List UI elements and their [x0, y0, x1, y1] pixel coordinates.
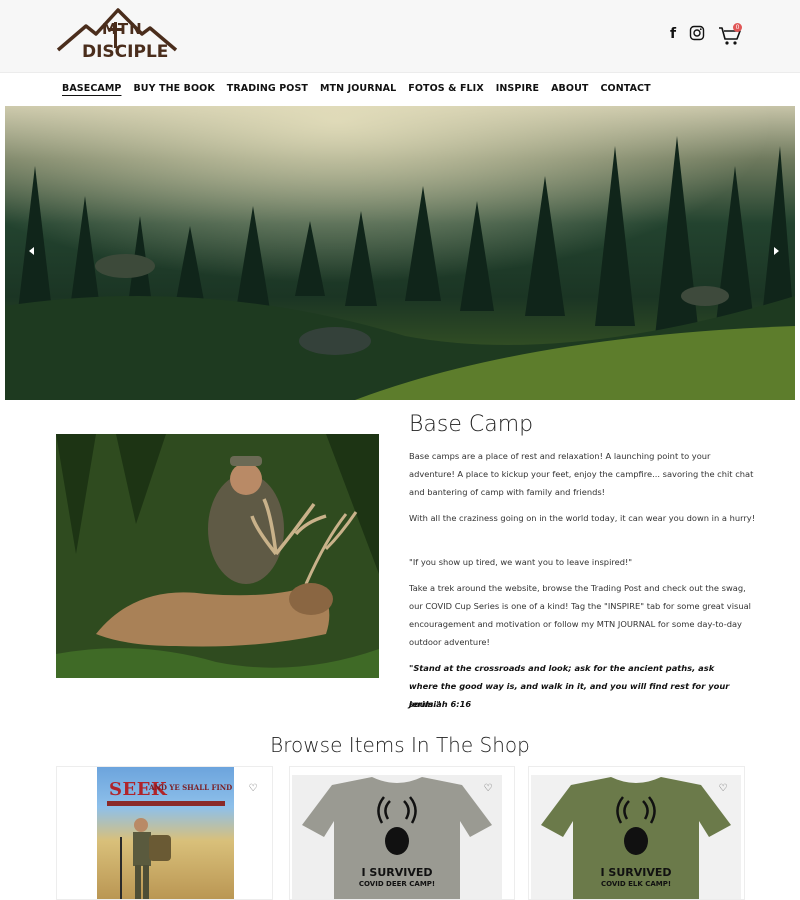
hunter-deer-photo — [56, 434, 379, 678]
logo-text-mtn: MTN — [102, 20, 143, 38]
hunter-figure-icon — [120, 818, 171, 899]
product-card[interactable]: I SURVIVED COVID DEER CAMP! ♡ — [289, 766, 515, 900]
chevron-right-icon — [774, 247, 779, 255]
shirt-text: I SURVIVED — [600, 866, 672, 879]
wishlist-heart-icon[interactable]: ♡ — [717, 783, 729, 795]
basecamp-paragraph: Base camps are a place of rest and relax… — [409, 451, 754, 497]
nav-item-buy-the-book[interactable]: BUY THE BOOK — [133, 83, 214, 94]
nav-item-basecamp[interactable]: BASECAMP — [62, 83, 121, 94]
scripture-reference: Jerimiah 6:16 — [409, 699, 472, 709]
nav-item-about[interactable]: ABOUT — [551, 83, 588, 94]
nav-item-mtn-journal[interactable]: MTN JOURNAL — [320, 83, 396, 94]
hero-next-arrow[interactable] — [769, 246, 783, 260]
shirt-image: I SURVIVED COVID DEER CAMP! — [292, 775, 502, 899]
product-card[interactable]: SEEK AND YE SHALL FIND ♡ — [56, 766, 273, 900]
nav-item-contact[interactable]: CONTACT — [600, 83, 650, 94]
nav-item-trading-post[interactable]: TRADING POST — [227, 83, 308, 94]
shirt-subtext: COVID ELK CAMP! — [600, 880, 672, 888]
section-title-basecamp: Base Camp — [409, 412, 534, 437]
nav-item-fotos-flix[interactable]: FOTOS & FLIX — [408, 83, 483, 94]
book-cover-image: SEEK AND YE SHALL FIND — [97, 767, 234, 899]
shop-section-title: Browse Items In The Shop — [270, 733, 530, 757]
instagram-icon[interactable] — [688, 25, 706, 43]
basecamp-paragraph: With all the craziness going on in the w… — [409, 513, 756, 523]
product-card[interactable]: I SURVIVED COVID ELK CAMP! ♡ — [528, 766, 745, 900]
hero-slider[interactable] — [5, 106, 795, 400]
forest-hero-image — [5, 106, 795, 400]
wishlist-heart-icon[interactable]: ♡ — [247, 783, 259, 795]
site-header: MTN DISCIPLE f 0 — [0, 0, 800, 72]
basecamp-paragraph: Take a trek around the website, browse t… — [409, 583, 751, 647]
shirt-image: I SURVIVED COVID ELK CAMP! — [531, 775, 741, 899]
cart-count-badge: 0 — [733, 23, 742, 32]
main-nav: BASECAMP BUY THE BOOK TRADING POST MTN J… — [0, 72, 800, 106]
site-logo[interactable]: MTN DISCIPLE — [56, 6, 178, 68]
facebook-icon[interactable]: f — [664, 25, 682, 43]
chevron-left-icon — [29, 247, 34, 255]
nav-item-inspire[interactable]: INSPIRE — [496, 83, 539, 94]
hero-prev-arrow[interactable] — [25, 246, 39, 260]
logo-text-disciple: DISCIPLE — [82, 42, 169, 62]
shirt-subtext: COVID DEER CAMP! — [358, 880, 436, 888]
wishlist-heart-icon[interactable]: ♡ — [482, 783, 494, 795]
book-subtitle-text: AND YE SHALL FIND — [149, 783, 233, 792]
shirt-text: I SURVIVED — [361, 866, 433, 879]
basecamp-paragraph: "If you show up tired, we want you to le… — [409, 557, 633, 567]
